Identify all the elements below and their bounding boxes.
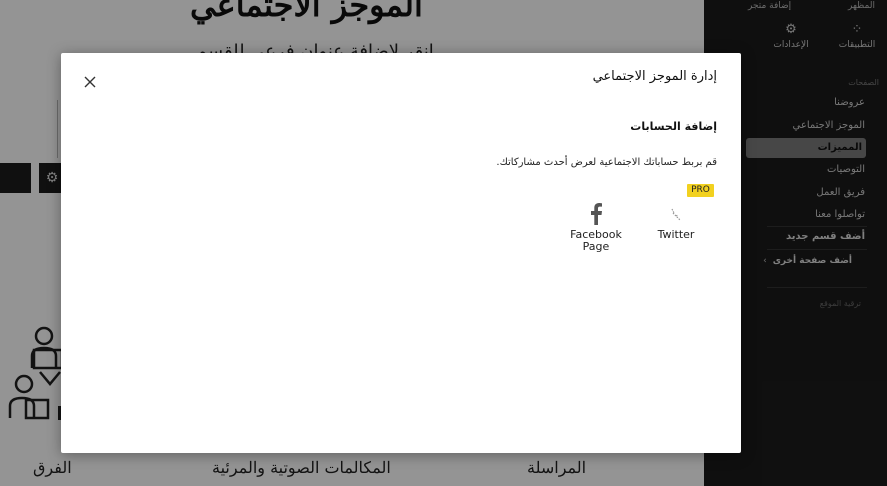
twitter-label: Twitter [657,228,695,241]
facebook-icon [561,199,631,229]
connect-facebook-button[interactable]: Facebook Page [561,199,631,253]
facebook-label: Facebook Page [570,228,622,253]
section-description: قم بربط حساباتك الاجتماعية لعرض أحدث مشا… [496,157,717,168]
section-title: إضافة الحسابات [630,120,717,133]
close-icon[interactable] [81,73,99,91]
pro-badge: PRO [687,184,714,197]
modal-title: إدارة الموجز الاجتماعي [592,69,717,84]
social-feed-modal: إدارة الموجز الاجتماعي إضافة الحسابات قم… [61,53,741,453]
twitter-icon [641,199,711,229]
connect-twitter-button[interactable]: Twitter [641,199,711,241]
